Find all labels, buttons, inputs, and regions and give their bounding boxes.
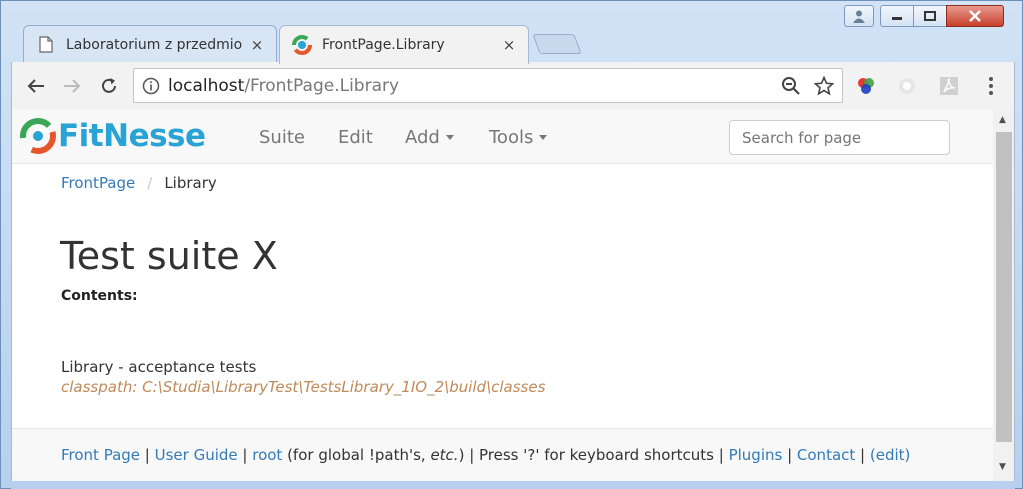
url-path: /FrontPage.Library <box>244 75 400 96</box>
suite-description: Library - acceptance tests <box>61 358 257 376</box>
footer-separator: | <box>237 446 253 464</box>
bookmark-star-icon[interactable] <box>813 75 835 100</box>
window-bottom-edge <box>11 481 1015 489</box>
close-icon <box>969 10 981 22</box>
footer-separator: | <box>855 446 870 464</box>
footer-edit-link[interactable]: (edit) <box>870 446 911 464</box>
info-icon[interactable] <box>134 77 168 95</box>
vertical-scrollbar[interactable]: ▲ ▼ <box>993 110 1015 481</box>
breadcrumb: FrontPage / Library <box>61 174 217 192</box>
menu-suite[interactable]: Suite <box>259 110 305 164</box>
contents-label: Contents: <box>61 288 138 304</box>
fitnesse-logo[interactable]: FitNesse <box>18 116 206 156</box>
menu-suite-label: Suite <box>259 126 305 148</box>
scroll-up-icon[interactable]: ▲ <box>999 115 1006 125</box>
url-host: localhost <box>168 75 245 96</box>
pdf-extension-icon[interactable] <box>937 74 961 98</box>
tab-title: Laboratorium z przedmio <box>66 36 243 53</box>
footer-separator: | <box>713 446 729 464</box>
address-bar[interactable]: localhost/FrontPage.Library <box>133 68 843 103</box>
logo-text: FitNesse <box>58 118 206 154</box>
tab-title: FrontPage.Library <box>322 37 445 53</box>
color-extension-icon[interactable] <box>854 74 878 98</box>
fitnesse-favicon-icon <box>292 35 312 55</box>
menu-add[interactable]: Add <box>405 110 454 164</box>
footer-separator: | <box>782 446 797 464</box>
footer-plugins-link[interactable]: Plugins <box>729 446 783 464</box>
fitnesse-navbar: FitNesse Suite Edit Add Tools <box>12 110 993 164</box>
close-window-button[interactable] <box>946 5 1004 27</box>
menu-tools-label: Tools <box>489 126 534 148</box>
user-icon <box>853 10 865 23</box>
footer-root-link[interactable]: root <box>252 446 282 464</box>
browser-toolbar: localhost/FrontPage.Library <box>11 62 1015 110</box>
document-icon <box>36 35 56 55</box>
forward-button[interactable] <box>60 74 84 98</box>
minimize-button[interactable] <box>880 5 914 27</box>
footer-front-page-link[interactable]: Front Page <box>61 446 140 464</box>
maximize-button[interactable] <box>913 5 947 27</box>
menu-edit[interactable]: Edit <box>338 110 373 164</box>
footer-links: Front Page | User Guide | root (for glob… <box>61 446 910 464</box>
breadcrumb-separator: / <box>147 174 153 192</box>
tab-laboratorium[interactable]: Laboratorium z przedmio × <box>23 25 277 63</box>
footer-contact-link[interactable]: Contact <box>797 446 855 464</box>
reload-icon <box>102 78 116 93</box>
footer-separator: | <box>464 446 480 464</box>
search-input[interactable] <box>729 120 950 155</box>
classpath-line: classpath: C:\Studia\LibraryTest\TestsLi… <box>61 378 546 396</box>
caret-down-icon <box>445 134 454 140</box>
chrome-menu-icon[interactable] <box>979 74 1003 98</box>
breadcrumb-frontpage[interactable]: FrontPage <box>61 174 135 192</box>
scrollbar-thumb[interactable] <box>996 132 1012 442</box>
tab-close-icon[interactable]: × <box>248 36 266 54</box>
caret-down-icon <box>539 134 548 140</box>
tab-frontpage-library[interactable]: FrontPage.Library × <box>279 25 529 64</box>
menu-edit-label: Edit <box>338 126 373 148</box>
back-button[interactable] <box>24 74 48 98</box>
arrow-left-icon <box>27 79 44 93</box>
footer-user-guide-link[interactable]: User Guide <box>155 446 238 464</box>
footer-root-note: (for global !path's, <box>282 446 431 464</box>
restore-icon <box>924 11 936 21</box>
page-footer: Front Page | User Guide | root (for glob… <box>12 428 993 481</box>
extension-disabled-icon[interactable] <box>895 74 919 98</box>
browser-window: Laboratorium z przedmio × FrontPage.Libr… <box>0 0 1023 489</box>
minimize-icon <box>892 17 902 20</box>
page-viewport: FitNesse Suite Edit Add Tools FrontPage … <box>11 110 993 481</box>
fitnesse-logo-icon <box>20 118 56 154</box>
breadcrumb-current: Library <box>164 174 217 192</box>
arrow-right-icon <box>64 79 81 93</box>
menu-add-label: Add <box>405 126 440 148</box>
user-profile-button[interactable] <box>844 5 874 27</box>
new-tab-button[interactable] <box>532 34 582 54</box>
footer-root-note-etc: etc. <box>430 446 459 464</box>
footer-keyboard-hint: Press '?' for keyboard shortcuts <box>479 446 714 464</box>
footer-separator: | <box>140 446 155 464</box>
menu-tools[interactable]: Tools <box>489 110 548 164</box>
zoom-icon[interactable] <box>781 76 801 100</box>
tab-close-icon[interactable]: × <box>500 36 518 54</box>
reload-button[interactable] <box>97 74 121 98</box>
page-title: Test suite X <box>60 234 278 278</box>
scroll-down-icon[interactable]: ▼ <box>999 462 1006 472</box>
